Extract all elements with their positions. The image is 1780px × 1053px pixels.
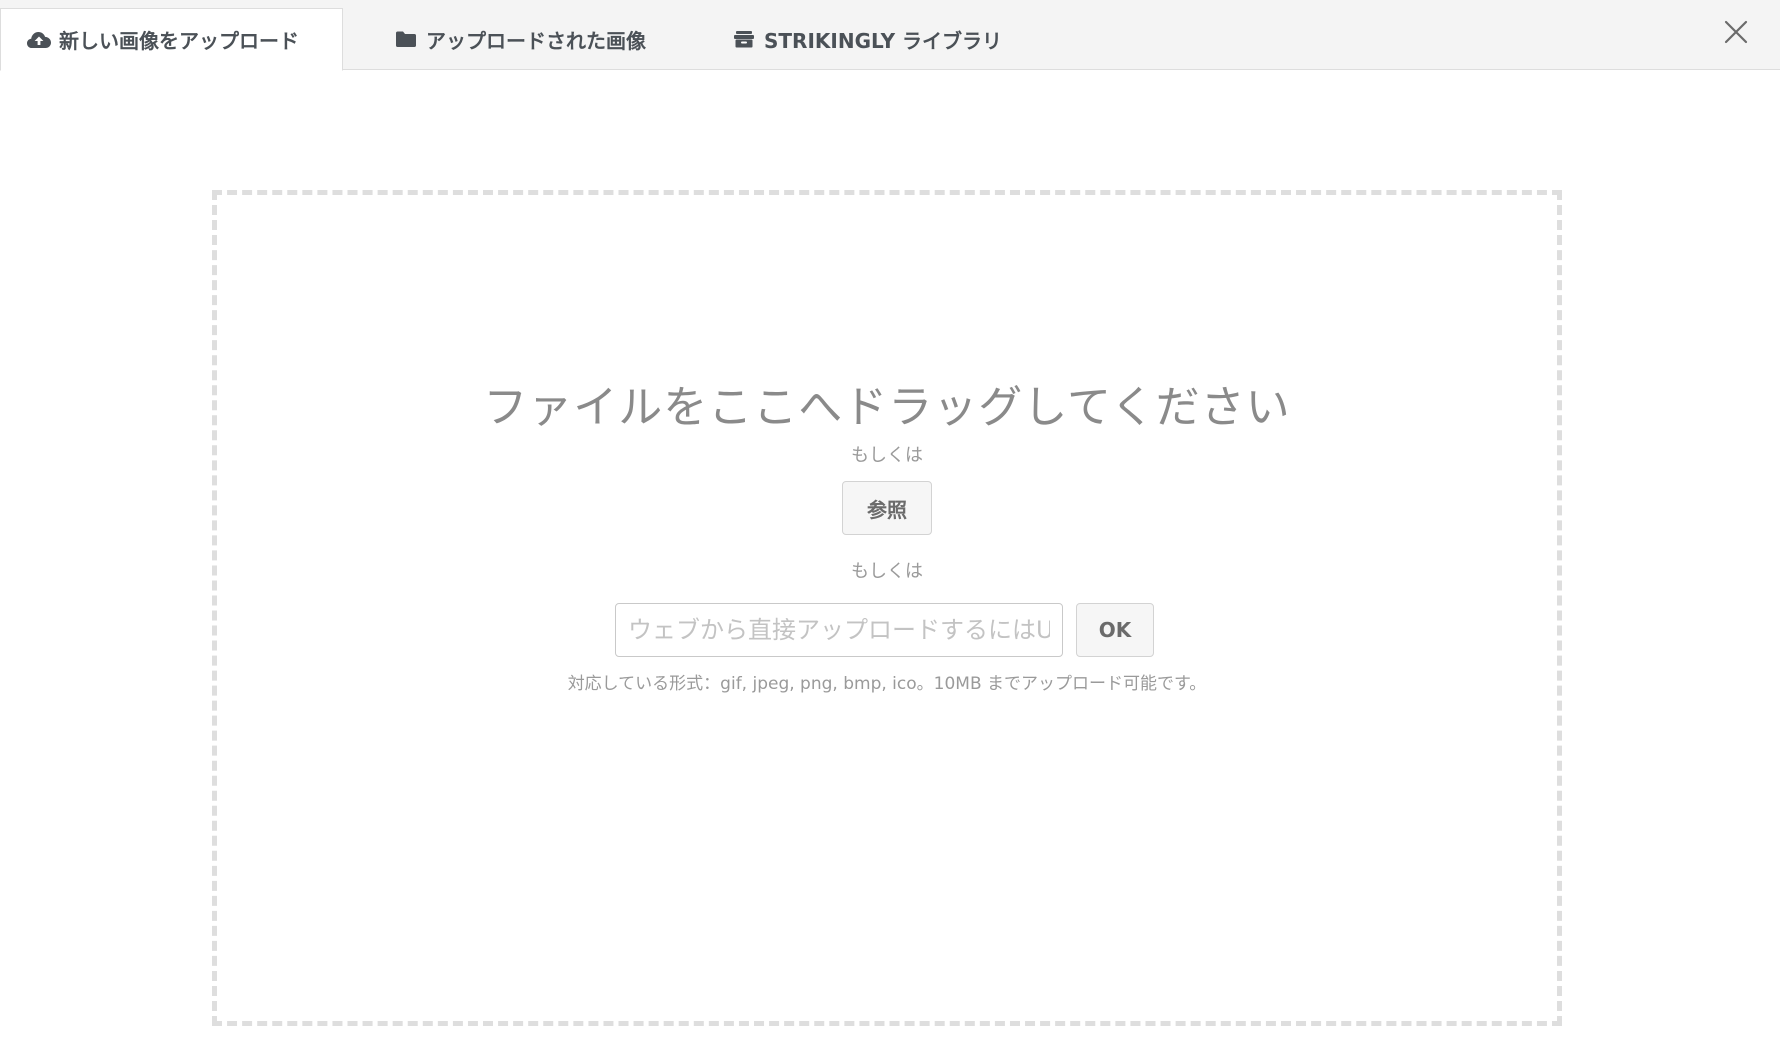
tab-bar: 新しい画像をアップロード アップロードされた画像 STRIKINGLY ライブラ…: [0, 0, 1780, 71]
or-separator: もしくは: [851, 445, 923, 466]
close-icon: [1724, 20, 1748, 44]
browse-button[interactable]: 参照: [842, 481, 932, 535]
archive-icon: [730, 27, 758, 51]
tab-uploaded-images[interactable]: アップロードされた画像: [390, 8, 646, 70]
tab-uploaded-images-label: アップロードされた画像: [426, 28, 646, 53]
drop-instruction-title: ファイルをここへドラッグしてください: [483, 382, 1291, 433]
or-separator: もしくは: [851, 561, 923, 582]
tab-upload-new-image-label: 新しい画像をアップロード: [59, 29, 299, 53]
ok-button[interactable]: OK: [1076, 603, 1154, 657]
close-button[interactable]: [1722, 18, 1750, 46]
supported-formats-note: 対応している形式：gif, jpeg, png, bmp, ico。10MB ま…: [567, 674, 1207, 694]
tab-upload-new-image[interactable]: 新しい画像をアップロード: [0, 8, 343, 71]
tab-strikingly-library[interactable]: STRIKINGLY ライブラリ: [730, 8, 1002, 70]
cloud-upload-icon: [25, 28, 53, 52]
folder-icon: [392, 27, 420, 51]
image-url-input[interactable]: [615, 603, 1063, 657]
file-drop-zone[interactable]: ファイルをここへドラッグしてください もしくは 参照 もしくは OK 対応してい…: [212, 190, 1562, 1026]
tab-strikingly-library-label: STRIKINGLY ライブラリ: [764, 28, 1003, 53]
